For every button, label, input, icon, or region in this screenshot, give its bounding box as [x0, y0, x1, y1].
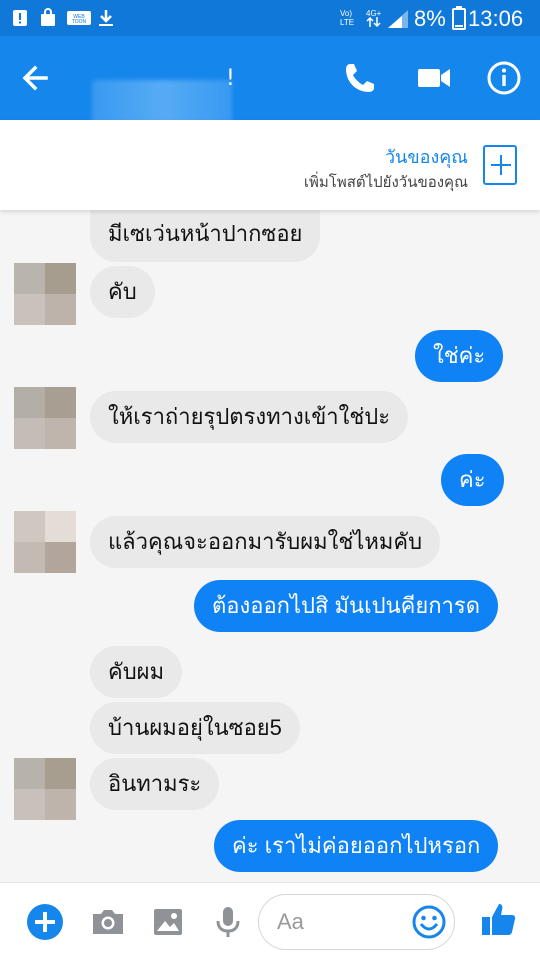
- message-bubble-incoming[interactable]: มีเซเว่นหน้าปากซอย: [90, 210, 321, 262]
- thumbs-up-icon[interactable]: [478, 899, 520, 941]
- message-list[interactable]: มีเซเว่นหน้าปากซอย คับ ใช่ค่ะ ให้เราถ่าย…: [0, 210, 540, 882]
- phone-icon[interactable]: [340, 58, 380, 98]
- message-bubble-incoming[interactable]: แล้วคุณจะออกมารับผมใช่ไหมคับ: [90, 516, 441, 568]
- back-arrow-icon[interactable]: [16, 58, 56, 98]
- signal-icon: [388, 10, 408, 28]
- avatar-pixel: [45, 511, 76, 542]
- avatar-pixel: [45, 387, 76, 418]
- avatar-pixel: [14, 263, 45, 294]
- avatar-pixel: [45, 789, 76, 820]
- message-bubble-outgoing[interactable]: ใช่ค่ะ: [415, 330, 504, 382]
- message-bubble-incoming[interactable]: คับ: [90, 266, 155, 318]
- your-day-title[interactable]: วันของคุณ: [385, 142, 468, 171]
- your-day-strip[interactable]: วันของคุณ เพิ่มโพสต์ไปยังวันของคุณ: [0, 120, 540, 210]
- avatar-pixel: [14, 511, 45, 542]
- webtoon-icon: WEB TOON: [67, 11, 91, 25]
- volte-label: Vo): [340, 9, 353, 18]
- avatar-pixel: [45, 294, 76, 325]
- plus-icon[interactable]: [25, 902, 65, 942]
- microphone-icon[interactable]: [208, 902, 248, 942]
- composer-bar: Aa: [0, 882, 540, 960]
- avatar-pixel: [14, 418, 45, 449]
- your-day-subtitle: เพิ่มโพสต์ไปยังวันของคุณ: [303, 173, 468, 191]
- avatar-pixel: [45, 418, 76, 449]
- avatar-pixel: [14, 387, 45, 418]
- add-story-button[interactable]: [483, 145, 517, 185]
- status-bar: WEB TOON Vo) LTE 4G+ 8% 13:06: [0, 0, 540, 36]
- alert-icon: [13, 10, 27, 26]
- message-bubble-incoming[interactable]: ให้เราถ่ายรุปตรงทางเข้าใช่ปะ: [90, 391, 409, 443]
- avatar-pixel: [14, 789, 45, 820]
- volte-label-lte: LTE: [340, 18, 355, 27]
- contact-name[interactable]: !: [226, 66, 235, 91]
- video-camera-icon[interactable]: [414, 58, 454, 98]
- contact-avatar[interactable]: [14, 758, 76, 820]
- emoji-icon[interactable]: [410, 903, 448, 941]
- message-bubble-outgoing[interactable]: ค่ะ: [441, 454, 504, 506]
- contact-avatar[interactable]: [14, 263, 76, 325]
- info-icon[interactable]: [484, 58, 524, 98]
- camera-icon[interactable]: [88, 902, 128, 942]
- contact-avatar[interactable]: [14, 511, 76, 573]
- message-bubble-outgoing[interactable]: ต้องออกไปสิ มันเปนคียการด: [194, 580, 499, 632]
- download-icon: [99, 10, 113, 26]
- avatar-pixel: [14, 542, 45, 573]
- battery-percent: 8%: [414, 6, 446, 31]
- message-bubble-outgoing[interactable]: ค่ะ เราไม่ค่อยออกไปหรอก: [214, 820, 499, 872]
- message-input-placeholder: Aa: [277, 909, 304, 934]
- bag-icon: [41, 8, 55, 26]
- avatar-pixel: [14, 294, 45, 325]
- data-arrows-icon: [366, 16, 381, 28]
- avatar-pixel: [45, 263, 76, 294]
- svg-text:TOON: TOON: [72, 19, 87, 25]
- battery-icon: [452, 6, 466, 30]
- avatar-pixel: [45, 758, 76, 789]
- contact-avatar[interactable]: [14, 387, 76, 449]
- message-bubble-incoming[interactable]: คับผม: [90, 646, 183, 698]
- avatar-pixel: [45, 542, 76, 573]
- message-bubble-incoming[interactable]: อินทามระ: [90, 758, 220, 810]
- image-icon[interactable]: [148, 902, 188, 942]
- conversation-header: !: [0, 36, 540, 142]
- clock: 13:06: [468, 6, 524, 31]
- avatar-pixel: [14, 758, 45, 789]
- message-bubble-incoming[interactable]: บ้านผมอยุ่ในซอย5: [90, 702, 300, 754]
